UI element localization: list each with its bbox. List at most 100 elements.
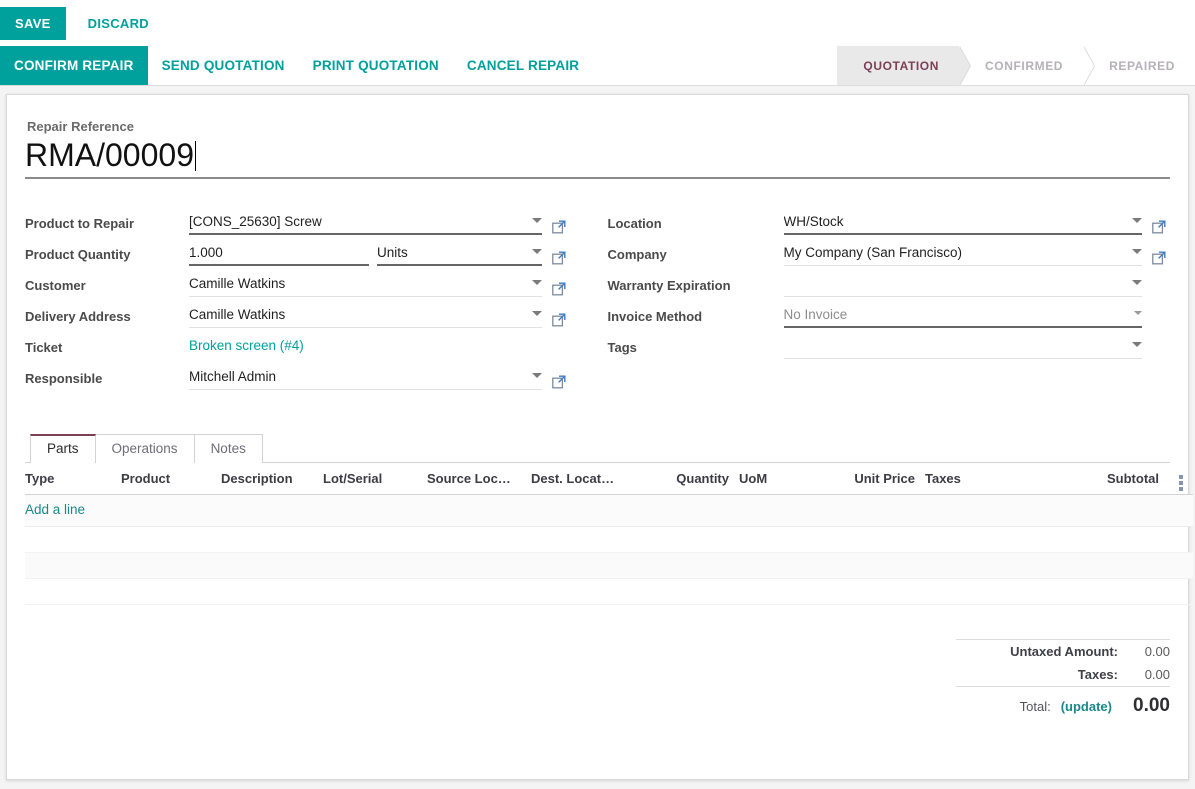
update-total-link[interactable]: (update)	[1061, 699, 1112, 714]
total-row: Total: (update) 0.00	[956, 687, 1170, 721]
col-taxes[interactable]: Taxes	[925, 463, 1065, 495]
value-tags	[784, 346, 1127, 348]
input-tags[interactable]	[784, 335, 1143, 359]
col-description[interactable]: Description	[221, 463, 323, 495]
label-product-to-repair: Product to Repair	[25, 216, 189, 235]
label-warranty-expiration: Warranty Expiration	[608, 278, 784, 297]
chevron-down-icon[interactable]	[1132, 249, 1142, 254]
field-invoice-method: Invoice Method No Invoice	[608, 298, 1171, 328]
cancel-repair-button[interactable]: CANCEL REPAIR	[453, 46, 593, 85]
notebook: Parts Operations Notes Type Product Desc…	[25, 433, 1170, 605]
chevron-down-icon[interactable]	[532, 373, 542, 378]
form-sheet: Repair Reference RMA/00009 Product to Re…	[6, 94, 1189, 780]
confirm-repair-button[interactable]: CONFIRM REPAIR	[0, 46, 148, 85]
value-product-to-repair: [CONS_25630] Screw	[189, 214, 526, 231]
input-delivery-address[interactable]: Camille Watkins	[189, 304, 542, 328]
form-fields: Product to Repair [CONS_25630] Screw	[25, 205, 1170, 391]
stage-repaired[interactable]: REPAIRED	[1083, 46, 1195, 85]
input-unit-of-measure[interactable]: Units	[377, 242, 542, 266]
input-company[interactable]: My Company (San Francisco)	[784, 242, 1143, 266]
discard-button[interactable]: DISCARD	[74, 7, 163, 40]
value-location: WH/Stock	[784, 214, 1127, 231]
internal-link-icon[interactable]	[1148, 251, 1170, 265]
chevron-down-icon[interactable]	[532, 218, 542, 223]
internal-link-icon[interactable]	[548, 251, 570, 265]
vertical-dots-icon[interactable]	[1179, 475, 1183, 491]
col-dest-location[interactable]: Dest. Locat…	[531, 463, 661, 495]
input-responsible[interactable]: Mitchell Admin	[189, 366, 542, 390]
optional-columns-toggle[interactable]	[1169, 463, 1193, 495]
repair-reference-field[interactable]: RMA/00009	[25, 136, 1170, 179]
col-subtotal[interactable]: Subtotal	[1065, 463, 1169, 495]
col-unit-price[interactable]: Unit Price	[849, 463, 925, 495]
input-ticket[interactable]: Broken screen (#4)	[189, 335, 542, 359]
value-delivery-address: Camille Watkins	[189, 307, 526, 324]
internal-link-icon[interactable]	[548, 313, 570, 327]
label-tags: Tags	[608, 340, 784, 359]
field-company: Company My Company (San Francisco)	[608, 236, 1171, 266]
field-ticket: Ticket Broken screen (#4)	[25, 329, 570, 359]
save-button[interactable]: SAVE	[0, 7, 66, 40]
chevron-down-icon[interactable]	[1132, 280, 1142, 285]
untaxed-amount-row: Untaxed Amount: 0.00	[956, 640, 1170, 663]
chevron-down-icon[interactable]	[1134, 311, 1142, 315]
internal-link-icon[interactable]	[548, 375, 570, 389]
col-uom[interactable]: UoM	[739, 463, 849, 495]
label-ticket: Ticket	[25, 340, 189, 359]
input-product-quantity[interactable]: 1.000	[189, 242, 369, 266]
col-lot-serial[interactable]: Lot/Serial	[323, 463, 427, 495]
field-responsible: Responsible Mitchell Admin	[25, 360, 570, 390]
add-a-line-link[interactable]: Add a line	[25, 502, 85, 517]
label-invoice-method: Invoice Method	[608, 309, 784, 328]
stage-quotation[interactable]: QUOTATION	[837, 46, 959, 85]
tab-operations[interactable]: Operations	[96, 434, 195, 463]
chevron-down-icon[interactable]	[532, 280, 542, 285]
empty-row	[25, 553, 1193, 579]
label-product-quantity: Product Quantity	[25, 247, 189, 266]
internal-link-icon[interactable]	[548, 282, 570, 296]
empty-row	[25, 579, 1193, 605]
col-type[interactable]: Type	[25, 463, 121, 495]
repair-reference-value[interactable]: RMA/00009	[25, 136, 195, 174]
chevron-down-icon[interactable]	[532, 249, 542, 254]
add-a-line-row[interactable]: Add a line	[25, 495, 1193, 527]
value-product-quantity: 1.000	[189, 245, 369, 262]
field-delivery-address: Delivery Address Camille Watkins	[25, 298, 570, 328]
value-ticket[interactable]: Broken screen (#4)	[189, 338, 542, 357]
internal-link-icon[interactable]	[1148, 220, 1170, 234]
tab-parts[interactable]: Parts	[30, 434, 96, 463]
value-responsible: Mitchell Admin	[189, 369, 526, 386]
tab-notes[interactable]: Notes	[195, 434, 263, 463]
send-quotation-button[interactable]: SEND QUOTATION	[148, 46, 299, 85]
total-label: Total:	[1020, 699, 1051, 714]
input-warranty-expiration[interactable]	[784, 273, 1143, 297]
taxes-label: Taxes:	[1078, 667, 1118, 682]
col-quantity[interactable]: Quantity	[661, 463, 739, 495]
untaxed-amount-label: Untaxed Amount:	[1010, 644, 1118, 659]
value-invoice-method: No Invoice	[784, 307, 1129, 324]
parts-table: Type Product Description Lot/Serial Sour…	[25, 463, 1193, 605]
totals-panel: Untaxed Amount: 0.00 Taxes: 0.00 Total: …	[956, 639, 1170, 721]
input-product-to-repair[interactable]: [CONS_25630] Screw	[189, 211, 542, 235]
chevron-down-icon[interactable]	[1132, 342, 1142, 347]
col-source-location[interactable]: Source Loc…	[427, 463, 531, 495]
chevron-down-icon[interactable]	[532, 311, 542, 316]
chevron-down-icon[interactable]	[1132, 218, 1142, 223]
label-location: Location	[608, 216, 784, 235]
print-quotation-button[interactable]: PRINT QUOTATION	[299, 46, 453, 85]
taxes-value: 0.00	[1118, 667, 1170, 682]
field-warranty-expiration: Warranty Expiration	[608, 267, 1171, 297]
input-customer[interactable]: Camille Watkins	[189, 273, 542, 297]
input-location[interactable]: WH/Stock	[784, 211, 1143, 235]
label-responsible: Responsible	[25, 371, 189, 390]
internal-link-icon[interactable]	[548, 220, 570, 234]
sheet-background: Repair Reference RMA/00009 Product to Re…	[0, 86, 1195, 789]
input-invoice-method[interactable]: No Invoice	[784, 304, 1143, 328]
form-column-right: Location WH/Stock C	[598, 205, 1171, 391]
col-product[interactable]: Product	[121, 463, 221, 495]
stage-confirmed[interactable]: CONFIRMED	[959, 46, 1083, 85]
value-warranty-expiration	[784, 284, 1127, 286]
statusbar: QUOTATION CONFIRMED REPAIRED	[837, 46, 1195, 85]
parts-table-header-row: Type Product Description Lot/Serial Sour…	[25, 463, 1193, 495]
field-tags: Tags	[608, 329, 1171, 359]
